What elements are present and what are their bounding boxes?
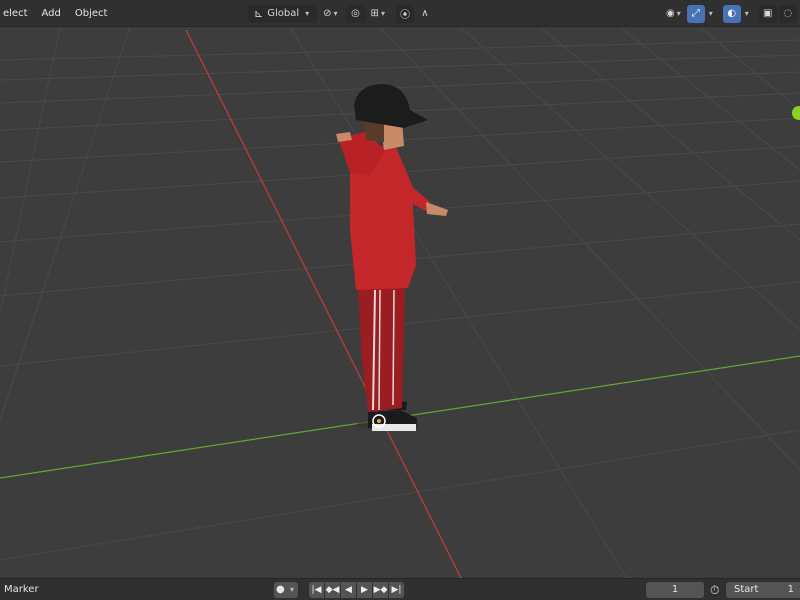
falloff-dropdown[interactable]: ∧ — [416, 5, 434, 23]
start-value: 1 — [787, 584, 794, 595]
overlay-chevron-icon[interactable]: ▾ — [743, 9, 751, 18]
record-icon: ● — [276, 584, 285, 595]
timeline-bar: Marker ● ▾ |◀ ◆◀ ◀ ▶ ▶◆ ▶| 1 ⏱ Start 1 — [0, 578, 800, 600]
transform-orientation-dropdown[interactable]: ⊾ Global ▾ — [248, 4, 318, 23]
menu-object[interactable]: Object — [68, 0, 115, 27]
visibility-icon: ◉ — [666, 8, 675, 19]
viewport-header: elect Add Object ⊾ Global ▾ ⊘ ▾ ◎ ⊞ ▾ ⦿ … — [0, 0, 800, 27]
marker-menu[interactable]: Marker — [4, 582, 39, 598]
pivot-link-icon: ⊘ — [323, 8, 332, 19]
transform-orientation-icon: ⊾ — [254, 7, 264, 20]
play-reverse-icon[interactable]: ◀ — [341, 582, 356, 598]
gizmo-icon: ⤢ — [691, 8, 700, 19]
pivot-point-dropdown[interactable]: ⊘ ▾ — [319, 5, 343, 23]
navigation-gizmo-y-icon[interactable] — [792, 106, 800, 120]
xray-toggle[interactable]: ▣ — [758, 4, 777, 23]
prev-keyframe-icon[interactable]: ◆◀ — [325, 582, 340, 598]
chevron-down-icon: ▾ — [380, 9, 385, 18]
overlay-icon: ◐ — [727, 8, 737, 19]
play-icon[interactable]: ▶ — [357, 582, 372, 598]
proportional-edit-toggle[interactable]: ⦿ — [395, 4, 414, 23]
chevron-down-icon: ▾ — [676, 9, 681, 18]
shading-mode-button[interactable]: ◌ — [778, 4, 797, 23]
proportional-edit-icon: ⦿ — [399, 10, 410, 21]
start-label: Start — [734, 584, 759, 595]
menu-select[interactable]: elect — [0, 0, 35, 27]
gizmo-chevron-icon[interactable]: ▾ — [707, 9, 715, 18]
xray-icon: ▣ — [763, 8, 773, 19]
falloff-icon: ∧ — [421, 8, 429, 19]
chevron-down-icon: ▾ — [305, 9, 310, 18]
snap-toggle[interactable]: ◎ — [345, 4, 366, 23]
visibility-dropdown[interactable]: ◉ ▾ — [664, 5, 685, 23]
snap-increment-icon: ⊞ — [370, 8, 379, 19]
wireframe-icon: ◌ — [783, 8, 793, 19]
chevron-down-icon: ▾ — [333, 9, 338, 18]
clock-icon[interactable]: ⏱ — [710, 582, 719, 598]
next-keyframe-icon[interactable]: ▶◆ — [373, 582, 388, 598]
orientation-label: Global — [267, 8, 300, 19]
gizmo-toggle[interactable]: ⤢ — [686, 4, 705, 23]
menu-add[interactable]: Add — [35, 0, 68, 27]
start-frame-field[interactable]: Start 1 — [726, 582, 800, 598]
current-frame-field[interactable]: 1 — [646, 582, 704, 598]
snap-icon: ◎ — [351, 8, 360, 19]
playback-controls: |◀ ◆◀ ◀ ▶ ▶◆ ▶| — [309, 582, 404, 598]
jump-to-end-icon[interactable]: ▶| — [389, 582, 404, 598]
keyframe-dropdown[interactable]: ● ▾ — [274, 582, 298, 598]
viewport-grid — [0, 27, 800, 578]
overlay-toggle[interactable]: ◐ — [722, 4, 741, 23]
chevron-down-icon: ▾ — [289, 585, 294, 594]
3d-viewport[interactable] — [0, 27, 800, 578]
x-axis-line — [185, 29, 462, 578]
snap-target-dropdown[interactable]: ⊞ ▾ — [368, 5, 390, 23]
jump-to-start-icon[interactable]: |◀ — [309, 582, 324, 598]
